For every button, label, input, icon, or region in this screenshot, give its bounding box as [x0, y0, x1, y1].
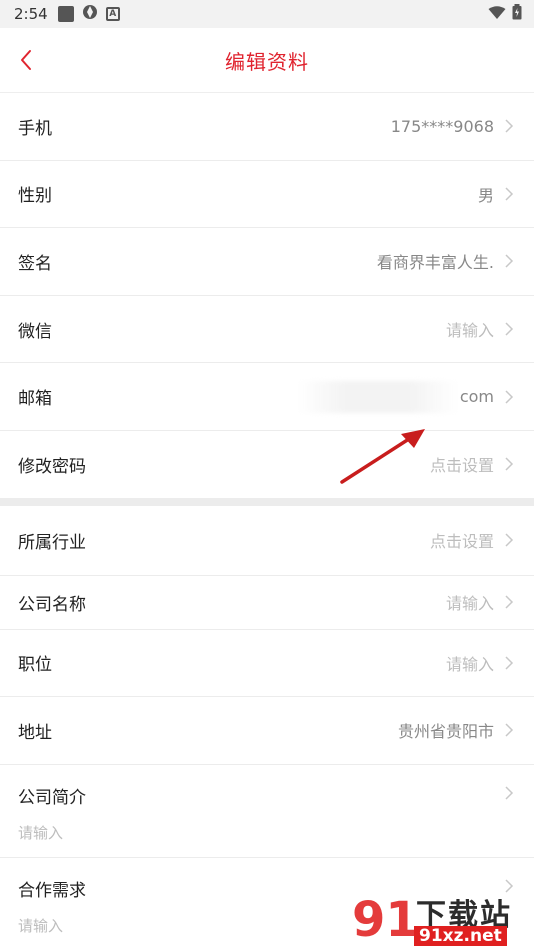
row-label: 所属行业: [18, 532, 86, 553]
row-value: 点击设置: [429, 456, 494, 476]
row-label: 职位: [18, 655, 52, 676]
chevron-right-icon: [504, 594, 516, 610]
battery-icon: [512, 4, 522, 24]
status-right: [488, 4, 522, 24]
row-label: 微信: [18, 321, 52, 342]
row-value: 点击设置: [429, 532, 494, 552]
app-badge-icon: A: [105, 7, 120, 21]
row-wechat[interactable]: 微信 请输入: [0, 296, 534, 364]
row-value: 175****9068: [390, 116, 494, 136]
row-value: com: [459, 387, 494, 407]
row-value: 请输入: [445, 594, 494, 614]
row-value: 请输入: [445, 321, 494, 341]
chevron-right-icon: [504, 389, 516, 405]
email-redaction: [298, 381, 458, 414]
row-signature[interactable]: 签名 看商界丰富人生.: [0, 228, 534, 296]
chevron-right-icon: [504, 785, 516, 801]
row-value: 男: [477, 185, 494, 205]
row-value: 看商界丰富人生.: [376, 253, 494, 273]
chevron-right-icon: [504, 456, 516, 472]
chevron-right-icon: [504, 186, 516, 202]
chevron-right-icon: [504, 253, 516, 269]
page-title: 编辑资料: [225, 49, 309, 74]
row-label: 合作需求: [18, 880, 86, 901]
row-phone[interactable]: 手机 175****9068: [0, 93, 534, 161]
row-gender[interactable]: 性别 男: [0, 161, 534, 229]
row-position[interactable]: 职位 请输入: [0, 630, 534, 697]
group-divider: [0, 498, 534, 506]
company-group: 所属行业 点击设置 公司名称 请输入 职位 请输入 地址 贵州省贵阳市 公司简介…: [0, 506, 534, 950]
row-label: 公司简介: [18, 787, 86, 808]
row-cooperation-needs[interactable]: 合作需求 请输入: [0, 858, 534, 950]
intro-input[interactable]: 请输入: [18, 822, 516, 843]
chevron-right-icon: [504, 722, 516, 738]
status-time: 2:54: [14, 5, 48, 23]
row-email[interactable]: 邮箱 com: [0, 363, 534, 431]
aperture-icon: [82, 4, 98, 24]
row-change-password[interactable]: 修改密码 点击设置: [0, 431, 534, 499]
needs-input[interactable]: 请输入: [18, 915, 516, 936]
wifi-icon: [488, 5, 506, 24]
chevron-right-icon: [504, 321, 516, 337]
chevron-right-icon: [504, 655, 516, 671]
row-industry[interactable]: 所属行业 点击设置: [0, 506, 534, 576]
profile-group: 手机 175****9068 性别 男 签名 看商界丰富人生. 微信 请输入 邮…: [0, 93, 534, 499]
chevron-right-icon: [504, 878, 516, 894]
row-label: 手机: [18, 118, 52, 139]
status-bar: 2:54 A: [0, 0, 534, 28]
chevron-right-icon: [504, 532, 516, 548]
row-company-name[interactable]: 公司名称 请输入: [0, 576, 534, 630]
row-value: 请输入: [445, 654, 494, 674]
row-address[interactable]: 地址 贵州省贵阳市: [0, 697, 534, 765]
back-arrow-icon: [21, 50, 31, 70]
row-label: 性别: [18, 186, 52, 207]
notification-square-icon: [57, 6, 74, 22]
row-label: 地址: [18, 722, 52, 743]
row-label: 公司名称: [18, 594, 86, 615]
nav-bar: 编辑资料: [0, 28, 534, 93]
chevron-right-icon: [504, 118, 516, 134]
row-value: 贵州省贵阳市: [397, 722, 494, 742]
row-label: 修改密码: [18, 456, 86, 477]
back-button[interactable]: [10, 42, 42, 78]
row-company-intro[interactable]: 公司简介 请输入: [0, 765, 534, 858]
row-label: 签名: [18, 253, 52, 274]
row-label: 邮箱: [18, 389, 52, 410]
